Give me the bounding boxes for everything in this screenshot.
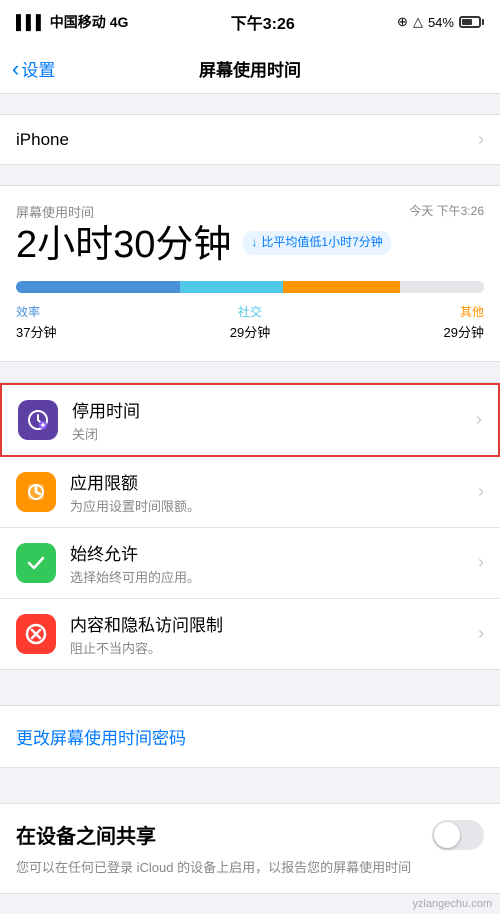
share-header: 在设备之间共享 (0, 804, 500, 858)
share-title: 在设备之间共享 (16, 820, 156, 849)
downtime-chevron-icon: › (476, 409, 482, 430)
network-type: 4G (110, 14, 129, 30)
stat-other-duration: 29分钟 (444, 322, 484, 341)
section-gap-1 (0, 94, 500, 114)
content-privacy-title: 内容和隐私访问限制 (70, 611, 478, 636)
back-button[interactable]: ‹ 设置 (12, 56, 55, 81)
compare-text: 比平均值低1小时7分钟 (261, 235, 382, 251)
toggle-knob (434, 822, 460, 848)
bar-efficiency (16, 281, 180, 293)
bar-social (180, 281, 283, 293)
usage-progress-bar (16, 281, 484, 293)
section-gap-5 (0, 768, 500, 803)
stat-other-label: 其他 (444, 303, 484, 320)
carrier-info: ▌▌▌ 中国移动 4G (16, 12, 128, 32)
iphone-label: iPhone (16, 130, 69, 150)
downtime-icon (18, 400, 58, 440)
settings-item-downtime[interactable]: 停用时间 关闭 › (0, 383, 500, 457)
stat-social-duration: 29分钟 (230, 322, 270, 341)
share-description: 您可以在任何已登录 iCloud 的设备上启用，以报告您的屏幕使用时间 (0, 858, 500, 894)
content-privacy-subtitle: 阻止不当内容。 (70, 638, 478, 657)
settings-item-always-allowed[interactable]: 始终允许 选择始终可用的应用。 › (0, 528, 500, 599)
app-limits-icon (16, 472, 56, 512)
always-allowed-text: 始终允许 选择始终可用的应用。 (70, 540, 478, 586)
compare-icon: ↓ (251, 235, 257, 251)
content-privacy-icon (16, 614, 56, 654)
downtime-subtitle: 关闭 (72, 424, 476, 443)
always-allowed-icon (16, 543, 56, 583)
stats-row: 效率 37分钟 社交 29分钟 其他 29分钟 (16, 303, 484, 341)
app-limits-subtitle: 为应用设置时间限额。 (70, 496, 478, 515)
nav-bar: ‹ 设置 屏幕使用时间 (0, 44, 500, 94)
downtime-title: 停用时间 (72, 397, 476, 422)
alarm-icon: △ (413, 14, 423, 30)
share-section: 在设备之间共享 您可以在任何已登录 iCloud 的设备上启用，以报告您的屏幕使… (0, 803, 500, 895)
settings-item-content-privacy[interactable]: 内容和隐私访问限制 阻止不当内容。 › (0, 599, 500, 669)
status-bar: ▌▌▌ 中国移动 4G 下午3:26 ⊕ △ 54% (0, 0, 500, 44)
always-allowed-chevron-icon: › (478, 552, 484, 573)
page-title: 屏幕使用时间 (199, 56, 301, 81)
stat-efficiency-duration: 37分钟 (16, 322, 56, 341)
section-gap-2 (0, 165, 500, 185)
carrier-name: 中国移动 (50, 12, 106, 32)
section-gap-3 (0, 362, 500, 382)
stat-other: 其他 29分钟 (444, 303, 484, 341)
app-limits-text: 应用限额 为应用设置时间限额。 (70, 469, 478, 515)
back-label: 设置 (21, 56, 55, 81)
usage-time-badge: 今天 下午3:26 (409, 202, 484, 219)
signal-bars: ▌▌▌ (16, 14, 46, 30)
usage-card: 屏幕使用时间 今天 下午3:26 2小时30分钟 ↓ 比平均值低1小时7分钟 效… (0, 185, 500, 362)
battery-percent: 54% (428, 15, 454, 30)
stat-efficiency-label: 效率 (16, 303, 56, 320)
content-privacy-text: 内容和隐私访问限制 阻止不当内容。 (70, 611, 478, 657)
iphone-chevron-icon: › (478, 129, 484, 150)
status-indicators: ⊕ △ 54% (397, 14, 484, 30)
usage-header: 屏幕使用时间 今天 下午3:26 (16, 202, 484, 221)
share-toggle[interactable] (432, 820, 484, 850)
stat-social-label: 社交 (230, 303, 270, 320)
change-password-link[interactable]: 更改屏幕使用时间密码 (16, 729, 186, 748)
status-time: 下午3:26 (231, 10, 295, 34)
bar-other (283, 281, 400, 293)
iphone-row[interactable]: iPhone › (0, 114, 500, 165)
usage-compare: ↓ 比平均值低1小时7分钟 (243, 231, 390, 255)
app-limits-title: 应用限额 (70, 469, 478, 494)
change-password-row[interactable]: 更改屏幕使用时间密码 (0, 705, 500, 768)
bar-empty (400, 281, 484, 293)
downtime-text: 停用时间 关闭 (72, 397, 476, 443)
battery-icon (459, 16, 484, 28)
watermark: yzlangechu.com (0, 894, 500, 914)
settings-list: 停用时间 关闭 › 应用限额 为应用设置时间限额。 › 始终允许 选择始终可 (0, 382, 500, 670)
location-icon: ⊕ (397, 14, 408, 30)
usage-section-label: 屏幕使用时间 (16, 202, 94, 221)
app-limits-chevron-icon: › (478, 481, 484, 502)
section-gap-4 (0, 670, 500, 705)
stat-social: 社交 29分钟 (230, 303, 270, 341)
stat-efficiency: 效率 37分钟 (16, 303, 56, 341)
content-privacy-chevron-icon: › (478, 623, 484, 644)
settings-item-app-limits[interactable]: 应用限额 为应用设置时间限额。 › (0, 457, 500, 528)
always-allowed-subtitle: 选择始终可用的应用。 (70, 567, 478, 586)
always-allowed-title: 始终允许 (70, 540, 478, 565)
back-chevron-icon: ‹ (12, 58, 19, 80)
usage-big-time: 2小时30分钟 (16, 225, 231, 267)
